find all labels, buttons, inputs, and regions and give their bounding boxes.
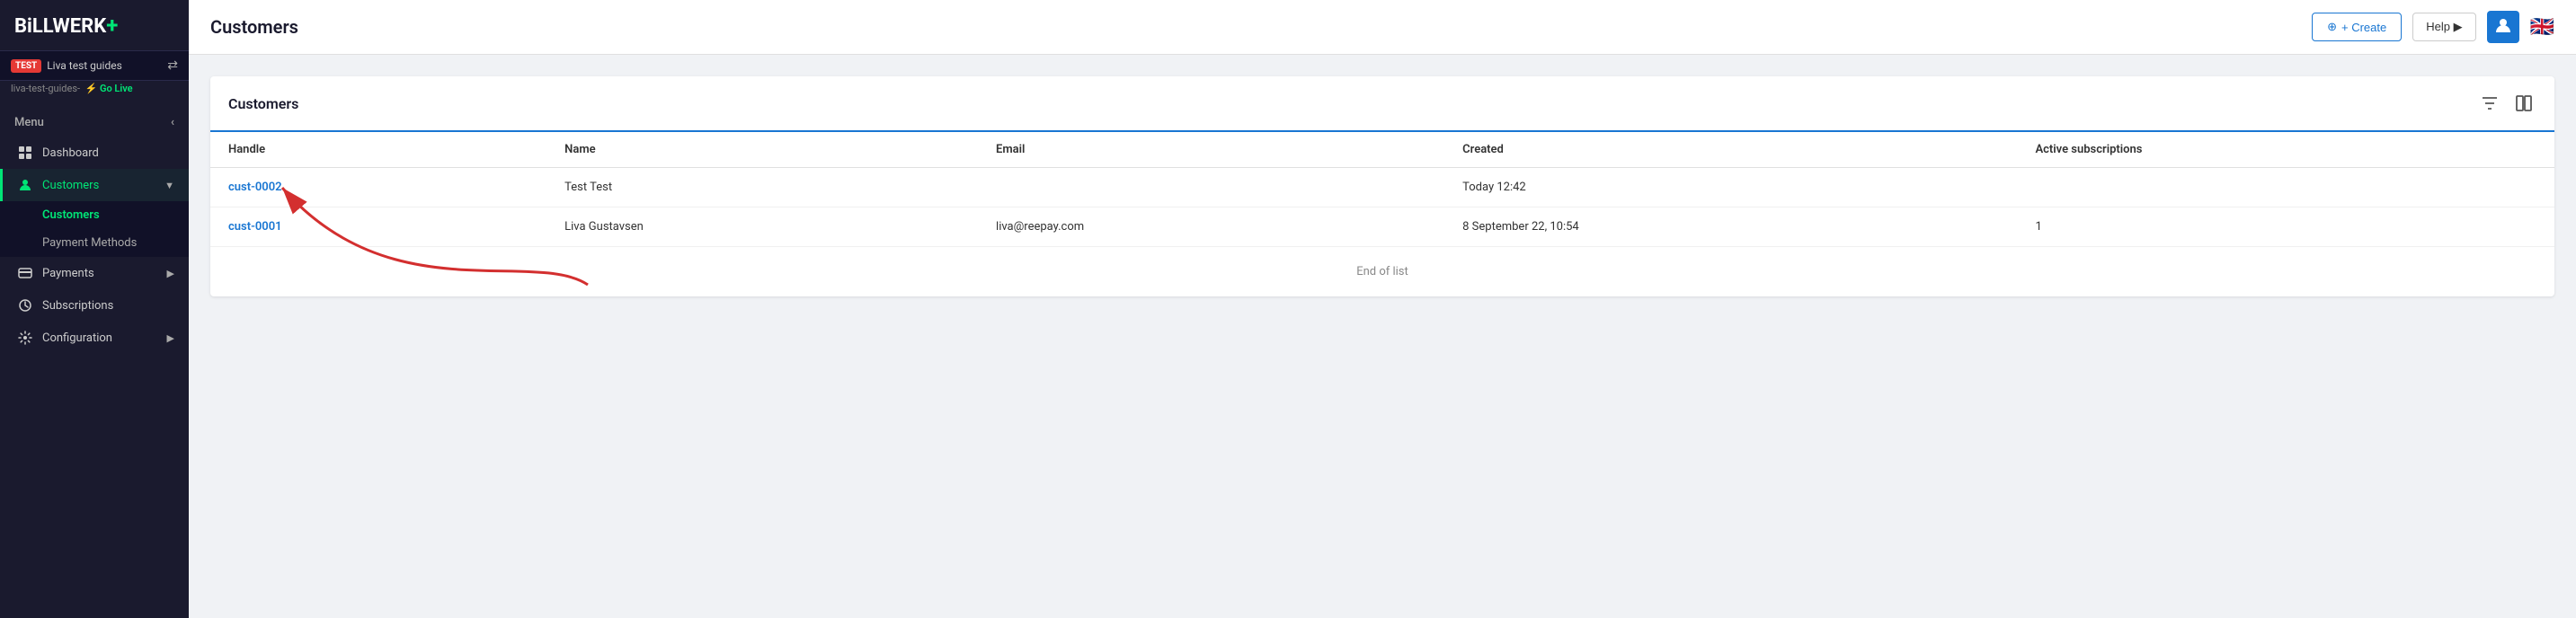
end-of-list: End of list	[210, 247, 2554, 296]
columns-button[interactable]	[2511, 91, 2536, 116]
cell-email-0	[978, 168, 1444, 207]
payments-icon	[17, 265, 33, 281]
chevron-left-icon: ‹	[171, 116, 174, 129]
dashboard-icon	[17, 145, 33, 161]
nav-menu: Menu ‹ Dashboard Customers ▼ Customers P…	[0, 100, 189, 618]
avatar-button[interactable]	[2487, 11, 2519, 43]
sidebar-dashboard-label: Dashboard	[42, 146, 99, 160]
sidebar-item-dashboard[interactable]: Dashboard	[0, 137, 189, 169]
card-title: Customers	[228, 95, 298, 112]
cell-subs-0	[2017, 168, 2554, 207]
env-bar: TEST Liva test guides ⇄	[0, 50, 189, 81]
sidebar-item-customers-sub[interactable]: Customers	[0, 201, 189, 229]
flag-icon[interactable]: 🇬🇧	[2530, 16, 2554, 39]
sidebar-item-customers[interactable]: Customers ▼	[0, 169, 189, 201]
create-button[interactable]: ⊕ + Create	[2312, 13, 2402, 41]
sidebar-customers-label: Customers	[42, 179, 99, 192]
payments-expand-icon: ▶	[167, 268, 174, 279]
sidebar: BiLLWERK+ TEST Liva test guides ⇄ liva-t…	[0, 0, 189, 618]
swap-icon[interactable]: ⇄	[167, 58, 178, 73]
env-name: Liva test guides	[47, 59, 122, 72]
col-name: Name	[546, 132, 978, 168]
sidebar-payments-label: Payments	[42, 267, 94, 280]
env-slug: liva-test-guides- ⚡ Go Live	[0, 81, 189, 100]
customers-table: Handle Name Email Created Active subscri…	[210, 132, 2554, 247]
logo-area: BiLLWERK+	[0, 0, 189, 50]
sub-customers-label: Customers	[42, 208, 100, 222]
go-live-link[interactable]: ⚡ Go Live	[85, 83, 133, 94]
subscriptions-icon	[17, 297, 33, 313]
customers-icon	[17, 177, 33, 193]
cell-created-0: Today 12:42	[1444, 168, 2017, 207]
customers-card: Customers	[210, 76, 2554, 296]
sidebar-item-configuration[interactable]: Configuration ▶	[0, 322, 189, 354]
content-area: Customers	[189, 55, 2576, 618]
header-actions: ⊕ + Create Help ▶ 🇬🇧	[2312, 11, 2554, 43]
sidebar-item-payment-methods[interactable]: Payment Methods	[0, 229, 189, 257]
col-email: Email	[978, 132, 1444, 168]
cell-email-1: liva@reepay.com	[978, 207, 1444, 247]
plus-circle-icon: ⊕	[2327, 20, 2337, 34]
cell-handle-1: cust-0001	[210, 207, 546, 247]
configuration-expand-icon: ▶	[167, 332, 174, 344]
cell-subs-1: 1	[2017, 207, 2554, 247]
customers-expand-icon: ▼	[164, 180, 174, 191]
help-label: Help ▶	[2426, 20, 2462, 34]
col-handle: Handle	[210, 132, 546, 168]
cell-created-1: 8 September 22, 10:54	[1444, 207, 2017, 247]
table-row[interactable]: cust-0001 Liva Gustavsen liva@reepay.com…	[210, 207, 2554, 247]
table-wrapper: Handle Name Email Created Active subscri…	[210, 132, 2554, 247]
logo-text: BiLLWERK+	[14, 13, 118, 38]
table-row[interactable]: cust-0002 Test Test Today 12:42	[210, 168, 2554, 207]
card-header-actions	[2477, 91, 2536, 116]
sidebar-item-payments[interactable]: Payments ▶	[0, 257, 189, 289]
env-badge: TEST	[11, 59, 41, 73]
menu-header[interactable]: Menu ‹	[0, 109, 189, 137]
env-info: TEST Liva test guides	[11, 59, 122, 73]
cell-handle-0: cust-0002	[210, 168, 546, 207]
col-active-subscriptions: Active subscriptions	[2017, 132, 2554, 168]
cell-name-0: Test Test	[546, 168, 978, 207]
filter-button[interactable]	[2477, 91, 2502, 116]
env-slug-text: liva-test-guides-	[11, 83, 80, 94]
sidebar-subscriptions-label: Subscriptions	[42, 299, 113, 313]
sidebar-configuration-label: Configuration	[42, 331, 112, 345]
cell-name-1: Liva Gustavsen	[546, 207, 978, 247]
avatar-icon	[2495, 17, 2511, 38]
table-header: Handle Name Email Created Active subscri…	[210, 132, 2554, 168]
main-area: Customers ⊕ + Create Help ▶ 🇬🇧 Customers	[189, 0, 2576, 618]
customers-submenu: Customers Payment Methods	[0, 201, 189, 257]
sub-payment-methods-label: Payment Methods	[42, 236, 137, 250]
card-header: Customers	[210, 76, 2554, 132]
create-label: + Create	[2341, 21, 2386, 34]
page-title: Customers	[210, 16, 298, 38]
menu-label: Menu	[14, 116, 44, 129]
sidebar-item-subscriptions[interactable]: Subscriptions	[0, 289, 189, 322]
table-body: cust-0002 Test Test Today 12:42 cust-000…	[210, 168, 2554, 247]
col-created: Created	[1444, 132, 2017, 168]
configuration-icon	[17, 330, 33, 346]
top-header: Customers ⊕ + Create Help ▶ 🇬🇧	[189, 0, 2576, 55]
logo-plus: +	[106, 13, 118, 38]
help-button[interactable]: Help ▶	[2412, 13, 2475, 41]
logo-brand: BiLLWERK	[14, 15, 106, 38]
